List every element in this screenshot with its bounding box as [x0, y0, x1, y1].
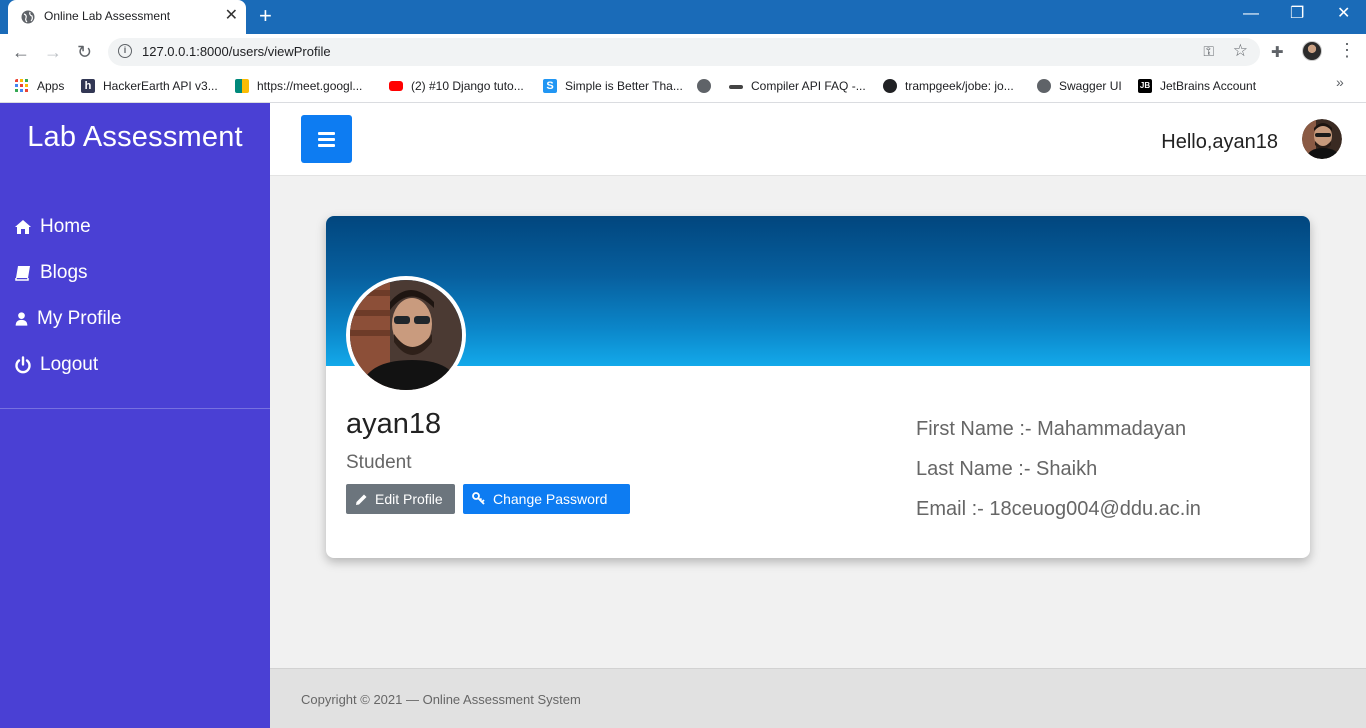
profile-avatar: [346, 276, 466, 394]
sidebar-item-label: My Profile: [37, 308, 122, 329]
profile-role: Student: [346, 452, 412, 473]
email-field: Email :- 18ceuog004@ddu.ac.in: [916, 498, 1201, 520]
apps-grid-icon: [15, 79, 28, 92]
minimize-button[interactable]: —: [1243, 4, 1259, 24]
edit-profile-button[interactable]: Edit Profile: [346, 484, 455, 514]
browser-tab-strip: Online Lab Assessment ✕ + — ❐ ✕: [0, 0, 1366, 34]
bookmark-meet[interactable]: https://meet.googl...: [235, 76, 362, 96]
extensions-puzzle-icon[interactable]: ✚: [1271, 43, 1284, 61]
github-icon: [883, 79, 897, 93]
bookmark-youtube[interactable]: (2) #10 Django tuto...: [389, 76, 524, 96]
hamburger-icon: [318, 144, 335, 147]
bookmark-simple-is-better[interactable]: S Simple is Better Tha...: [543, 76, 683, 96]
google-meet-icon: [235, 79, 249, 93]
bookmark-label: HackerEarth API v3...: [103, 79, 218, 93]
bookmark-hackerearth[interactable]: h HackerEarth API v3...: [81, 76, 218, 96]
youtube-icon: [389, 81, 403, 91]
browser-menu-icon[interactable]: ⋮: [1338, 40, 1356, 61]
home-icon: [15, 220, 31, 234]
bookmark-label: Compiler API FAQ -...: [751, 79, 866, 93]
sidebar-item-home[interactable]: Home: [14, 214, 91, 240]
tab-close-icon[interactable]: ✕: [225, 6, 238, 26]
s-logo-icon: S: [543, 79, 557, 93]
bookmark-star-icon[interactable]: ☆: [1233, 41, 1248, 61]
top-navbar: Hello,ayan18: [270, 103, 1366, 176]
user-icon: [15, 312, 28, 326]
power-icon: [15, 356, 31, 374]
sidebar: Lab Assessment Home Blogs My Profile Log…: [0, 103, 270, 728]
first-name-field: First Name :- Mahammadayan: [916, 418, 1187, 440]
bookmark-jetbrains[interactable]: JB JetBrains Account: [1138, 76, 1256, 96]
pencil-icon: [356, 494, 367, 505]
user-avatar[interactable]: [1302, 119, 1342, 159]
browser-profile-avatar[interactable]: [1302, 41, 1322, 61]
bookmarks-bar: Apps h HackerEarth API v3... https://mee…: [0, 70, 1366, 103]
greeting-text: Hello,ayan18: [1161, 131, 1278, 153]
bookmark-label: Simple is Better Tha...: [565, 79, 683, 93]
hamburger-icon: [318, 132, 335, 135]
change-password-button[interactable]: Change Password: [463, 484, 630, 514]
book-icon: [15, 266, 30, 281]
bookmark-label: trampgeek/jobe: jo...: [905, 79, 1014, 93]
change-password-label: Change Password: [493, 491, 608, 507]
sidebar-divider: [0, 408, 270, 409]
bookmark-label: (2) #10 Django tuto...: [411, 79, 524, 93]
bookmark-label: Swagger UI: [1059, 79, 1122, 93]
sidebar-item-label: Home: [40, 216, 91, 237]
back-button[interactable]: ←: [12, 40, 30, 64]
footer: Copyright © 2021 — Online Assessment Sys…: [270, 668, 1366, 728]
key-icon: [472, 492, 485, 505]
bookmark-swagger[interactable]: Swagger UI: [1037, 76, 1122, 96]
compiler-icon: [729, 85, 743, 89]
globe-icon: [697, 79, 711, 93]
browser-tab[interactable]: Online Lab Assessment ✕: [8, 0, 246, 34]
tab-title: Online Lab Assessment: [44, 9, 171, 23]
bookmark-label: https://meet.googl...: [257, 79, 363, 93]
hamburger-icon: [318, 138, 335, 141]
sidebar-item-label: Blogs: [40, 262, 88, 283]
globe-icon: [1037, 79, 1051, 93]
bookmark-label: Apps: [37, 79, 65, 93]
bookmark-globe[interactable]: [697, 76, 719, 96]
close-window-button[interactable]: ✕: [1337, 4, 1350, 24]
menu-toggle-button[interactable]: [301, 115, 352, 163]
key-icon[interactable]: ⚿: [1203, 43, 1214, 60]
last-name-field: Last Name :- Shaikh: [916, 458, 1098, 480]
copyright-text: Copyright © 2021 — Online Assessment Sys…: [301, 692, 581, 707]
edit-profile-label: Edit Profile: [375, 491, 443, 507]
sidebar-item-my-profile[interactable]: My Profile: [14, 306, 121, 332]
bookmark-label: JetBrains Account: [1160, 79, 1257, 93]
bookmark-compiler-api[interactable]: Compiler API FAQ -...: [729, 76, 866, 96]
sidebar-item-label: Logout: [40, 354, 99, 375]
bookmark-github-jobe[interactable]: trampgeek/jobe: jo...: [883, 76, 1014, 96]
profile-card: ayan18 Student Edit Profile Change Passw…: [326, 216, 1310, 558]
hackerearth-icon: h: [81, 79, 95, 93]
profile-banner: [326, 216, 1310, 366]
address-bar[interactable]: i 127.0.0.1:8000/users/viewProfile ⚿ ☆: [108, 38, 1260, 66]
bookmarks-overflow-icon[interactable]: »: [1336, 74, 1344, 90]
brand-title[interactable]: Lab Assessment: [0, 121, 270, 154]
globe-icon: [21, 10, 35, 24]
reload-button[interactable]: ↻: [77, 40, 92, 64]
forward-button[interactable]: →: [44, 40, 62, 64]
restore-button[interactable]: ❐: [1290, 4, 1304, 24]
jetbrains-icon: JB: [1138, 79, 1152, 93]
new-tab-button[interactable]: +: [259, 4, 272, 28]
site-info-icon[interactable]: i: [118, 44, 132, 58]
profile-username: ayan18: [346, 408, 442, 440]
url-text[interactable]: 127.0.0.1:8000/users/viewProfile: [142, 44, 331, 59]
bookmark-apps[interactable]: Apps: [15, 76, 64, 96]
sidebar-item-logout[interactable]: Logout: [14, 352, 98, 378]
sidebar-item-blogs[interactable]: Blogs: [14, 260, 88, 286]
